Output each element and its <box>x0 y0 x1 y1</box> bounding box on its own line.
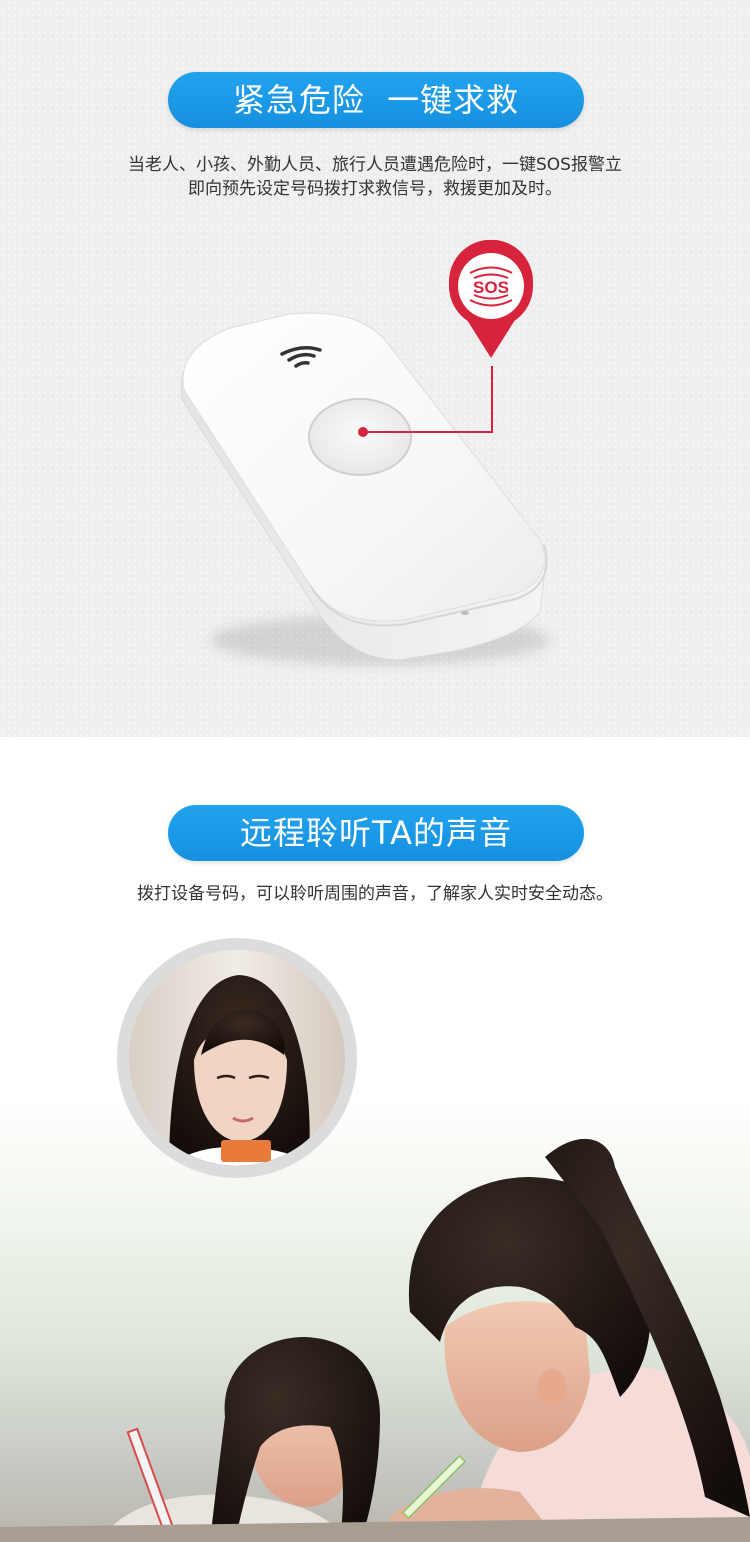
desk-surface <box>0 1517 750 1542</box>
sos-description: 当老人、小孩、外勤人员、旅行人员遭遇危险时，一键SOS报警立 即向预先设定号码拨… <box>0 153 750 201</box>
remote-listen-section: 远程聆听TA的声音 拨打设备号码，可以聆听周围的声音，了解家人实时安全动态。 <box>0 737 750 1542</box>
girl-right-face <box>444 1301 590 1452</box>
sos-pin-label: SOS <box>473 278 509 297</box>
sos-section: 紧急危险 一键求救 当老人、小孩、外勤人员、旅行人员遭遇危险时，一键SOS报警立… <box>0 0 750 737</box>
sos-description-line-2: 即向预先设定号码拨打求救信号，救援更加及时。 <box>188 179 562 199</box>
listen-description: 拨打设备号码，可以聆听周围的声音，了解家人实时安全动态。 <box>137 884 613 904</box>
mother-portrait-illustration <box>129 950 345 1166</box>
sos-title-banner: 紧急危险 一键求救 <box>168 72 584 128</box>
children-illustration <box>0 1138 750 1542</box>
phone-icon <box>221 1140 271 1162</box>
sos-description-line-1: 当老人、小孩、外勤人员、旅行人员遭遇危险时，一键SOS报警立 <box>128 155 622 175</box>
girl-right-ear <box>538 1369 566 1405</box>
mother-on-phone-avatar <box>129 950 345 1166</box>
gps-tracker-device-illustration: SOS <box>180 240 550 665</box>
sos-button <box>308 398 412 476</box>
charging-port <box>461 611 469 615</box>
children-studying-photo <box>0 1097 750 1542</box>
listen-title-banner: 远程聆听TA的声音 <box>168 805 584 861</box>
sos-pin-icon: SOS <box>449 240 533 358</box>
